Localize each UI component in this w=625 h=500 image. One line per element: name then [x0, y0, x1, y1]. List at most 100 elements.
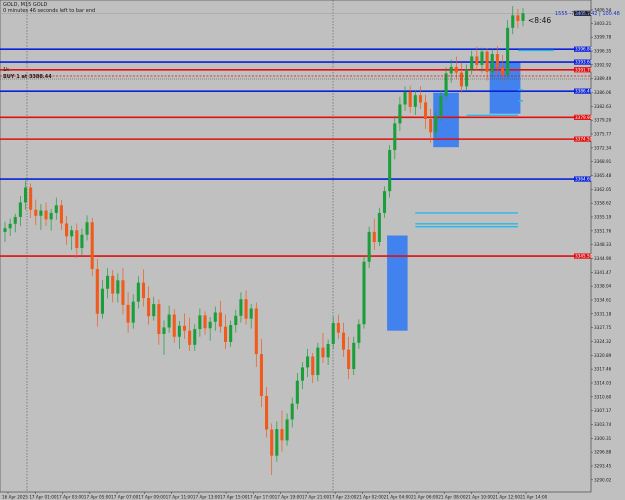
candle-body [413, 95, 417, 107]
candle-body [326, 343, 330, 358]
candle-body [34, 209, 38, 216]
price-tick-label: 3358.62 [594, 201, 612, 206]
candle-body [398, 104, 402, 124]
level-tag-label: 3345.50 [575, 254, 593, 259]
candle-body [177, 325, 181, 337]
candle-body [290, 403, 294, 420]
time-tick-label: 17 Apr 21:00 [302, 495, 330, 500]
candle-body [106, 275, 110, 289]
candle-body [321, 347, 325, 358]
time-tick-label: 21 Apr 12:00 [493, 495, 521, 500]
candle-body [49, 212, 53, 220]
candle-body [444, 73, 448, 96]
time-tick-label: 17 Apr 07:00 [111, 495, 139, 500]
price-tick-label: 3392.92 [594, 62, 612, 67]
time-tick-label: 21 Apr 14:00 [520, 495, 548, 500]
price-tick-label: 3307.17 [594, 408, 612, 413]
candle-body [434, 115, 438, 133]
candle-body [90, 222, 94, 269]
candle-body [362, 261, 366, 325]
price-tick-label: 3317.46 [594, 367, 612, 372]
candle-body [59, 205, 63, 224]
time-tick-label: 17 Apr 05:00 [84, 495, 112, 500]
price-tick-label: 3375.77 [594, 132, 612, 137]
candle-body [18, 202, 22, 217]
candle-body [147, 298, 151, 317]
price-tick-label: 3334.61 [594, 297, 612, 302]
time-tick-label: 17 Apr 11:00 [166, 495, 194, 500]
price-tick-label: 3341.47 [594, 270, 612, 275]
candle-body [449, 66, 453, 74]
level-tag-label: 3364.60 [575, 177, 593, 182]
candle-body [244, 299, 248, 319]
candle-body [157, 304, 161, 334]
candle-body [116, 280, 120, 294]
candle-body [13, 216, 17, 224]
candle-body [295, 380, 299, 404]
candle-body [424, 102, 428, 119]
chart-background [0, 0, 625, 500]
bar-countdown-label: 0 minutes 46 seconds left to bar end [3, 8, 95, 14]
time-tick-label: 17 Apr 17:00 [247, 495, 275, 500]
candle-timer-label: <8:46 [528, 16, 551, 25]
candle [90, 217, 94, 277]
chart-window[interactable]: 3406.54 3403.21 3399.78 3396.35 3392.92 3389.… [0, 0, 625, 500]
candle-body [70, 230, 74, 237]
candle-body [408, 91, 412, 107]
candle-body [39, 210, 43, 216]
candle-body [459, 72, 463, 87]
price-tick-label: 3382.63 [594, 104, 612, 109]
time-tick-label: 17 Apr 13:00 [193, 495, 221, 500]
candle-body [162, 327, 166, 334]
price-tick-label: 3310.60 [594, 394, 612, 399]
price-tick-label: 3372.34 [594, 145, 612, 150]
time-tick-label: 17 Apr 15:00 [220, 495, 248, 500]
candle-body [229, 325, 233, 342]
candle-body [485, 51, 489, 72]
candle-body [480, 51, 484, 65]
candle-body [223, 326, 228, 342]
price-tick-label: 3368.91 [594, 159, 612, 164]
candle-body [367, 231, 371, 262]
price-tick-label: 3331.18 [594, 311, 612, 316]
candle-body [506, 27, 510, 76]
order-marker-label: 1k [3, 67, 9, 73]
candle-body [372, 231, 376, 242]
candle-body [121, 280, 125, 305]
price-tick-label: 3327.75 [594, 325, 612, 330]
candle-body [331, 323, 335, 344]
candle-body [208, 321, 212, 329]
time-tick-label: 21 Apr 04:00 [384, 495, 412, 500]
price-tick-label: 3403.21 [594, 21, 612, 26]
candle-body [254, 308, 258, 355]
candle-body [193, 329, 197, 345]
price-chart[interactable]: 3406.543403.213399.783396.353392.923389.… [0, 0, 625, 500]
candle-body [429, 118, 433, 133]
candle-body [249, 308, 253, 319]
candle-body [198, 315, 202, 330]
price-tick-label: 3338.04 [594, 284, 612, 289]
demand-zone [387, 235, 408, 331]
price-tick-label: 3351.76 [594, 228, 612, 233]
price-tick-label: 3362.05 [594, 187, 612, 192]
candle [506, 20, 510, 79]
candle-body [239, 299, 243, 316]
price-tick-label: 3386.06 [594, 90, 612, 95]
candle-body [465, 69, 469, 87]
candle-body [213, 312, 217, 322]
candle-body [126, 304, 130, 323]
time-tick-label: 17 Apr 23:00 [329, 495, 357, 500]
candle-body [85, 222, 89, 235]
price-tick-label: 3344.90 [594, 256, 612, 261]
candle-body [188, 330, 192, 345]
candle-body [347, 349, 351, 369]
candle-body [265, 396, 269, 430]
level-tag-label: 3379.90 [575, 115, 593, 120]
price-tick-label: 3320.89 [594, 353, 612, 358]
price-tick-label: 3314.03 [594, 380, 612, 385]
candle-body [377, 212, 381, 242]
candle-body [136, 282, 140, 302]
level-tag-label: 3374.50 [575, 137, 593, 142]
price-tick-label: 3296.88 [594, 450, 612, 455]
level-tag-label: 3393.60 [575, 60, 593, 65]
